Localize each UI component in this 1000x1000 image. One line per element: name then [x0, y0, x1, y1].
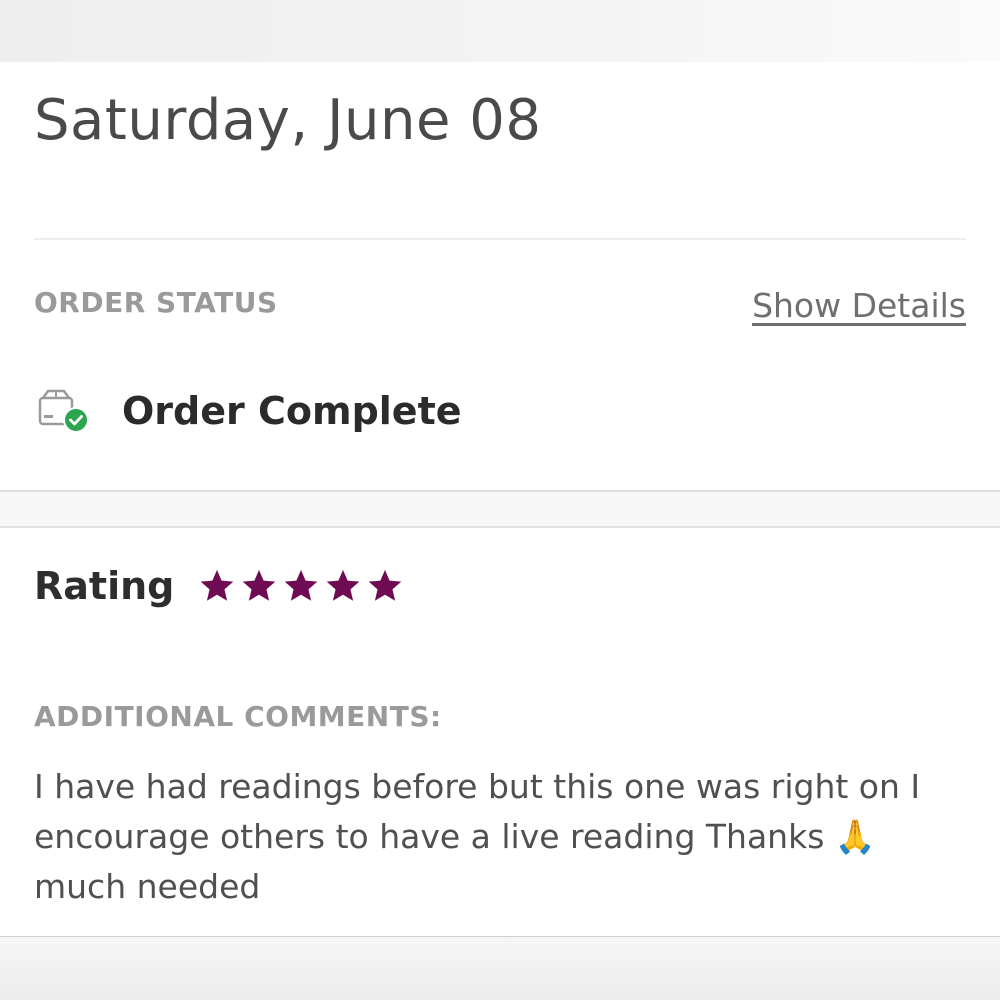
- star-icon: [285, 569, 318, 601]
- star-icon: [201, 569, 234, 601]
- additional-comments-label: ADDITIONAL COMMENTS:: [34, 700, 442, 733]
- comment-text: I have had readings before but this one …: [34, 762, 974, 912]
- top-bar: [0, 0, 1000, 62]
- star-rating: [198, 567, 404, 605]
- star-icon: [327, 569, 360, 601]
- comment-line: I have had readings before but this one …: [34, 767, 921, 806]
- package-check-icon: [38, 388, 90, 434]
- show-details-link[interactable]: Show Details: [752, 286, 966, 325]
- bottom-bar: [0, 937, 1000, 1000]
- rating-row: Rating: [34, 564, 404, 608]
- star-icon: [243, 569, 276, 601]
- order-status-row: Order Complete: [38, 388, 462, 434]
- divider: [34, 238, 966, 240]
- star-icon: [369, 569, 402, 601]
- comment-line: much needed: [34, 867, 261, 906]
- order-status-label: ORDER STATUS: [34, 286, 278, 319]
- order-review-screen: Saturday, June 08 ORDER STATUS Show Deta…: [0, 0, 1000, 1000]
- rating-label: Rating: [34, 564, 175, 608]
- section-gap: [0, 492, 1000, 528]
- order-date-heading: Saturday, June 08: [34, 88, 542, 153]
- comment-line: encourage others to have a live reading …: [34, 817, 876, 856]
- order-status-text: Order Complete: [122, 389, 462, 433]
